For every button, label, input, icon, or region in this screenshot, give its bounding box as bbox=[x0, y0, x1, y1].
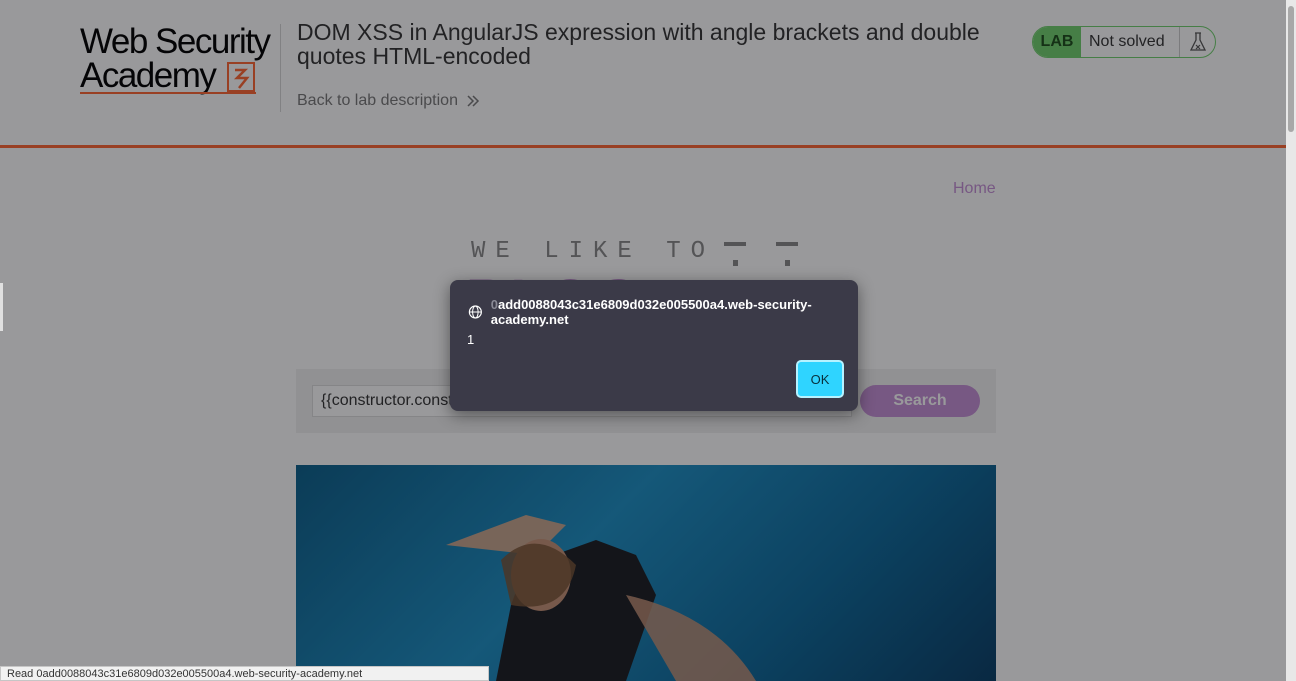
ok-button[interactable]: OK bbox=[796, 360, 844, 398]
page-scrollbar[interactable] bbox=[1286, 0, 1296, 681]
globe-icon bbox=[468, 305, 482, 319]
dialog-origin-text: add0088043c31e6809d032e005500a4.web-secu… bbox=[490, 297, 812, 327]
dialog-message: 1 bbox=[467, 332, 475, 347]
dialog-origin: 0add0088043c31e6809d032e005500a4.web-sec… bbox=[468, 297, 858, 327]
alert-dialog: 0add0088043c31e6809d032e005500a4.web-sec… bbox=[450, 280, 858, 411]
dialog-origin-faded: 0 bbox=[490, 297, 498, 312]
scrollbar-thumb[interactable] bbox=[1288, 6, 1294, 132]
left-edge-panel bbox=[0, 283, 3, 331]
browser-status-bar: Read 0add0088043c31e6809d032e005500a4.we… bbox=[0, 666, 489, 681]
page: Web Security Academy DOM XSS in AngularJ… bbox=[0, 0, 1296, 681]
